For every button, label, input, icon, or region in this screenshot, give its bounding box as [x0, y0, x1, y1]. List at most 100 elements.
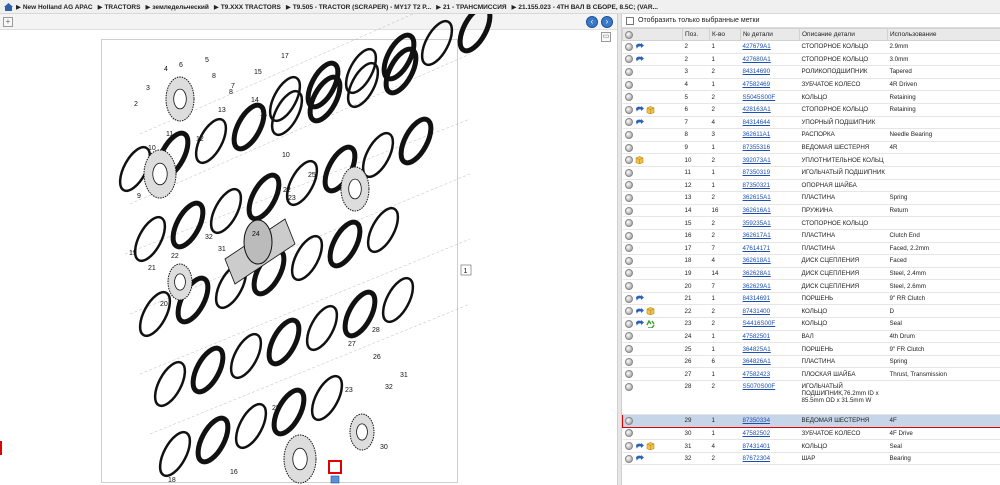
callout-label[interactable]: 13 — [218, 107, 226, 114]
row-part-number[interactable]: 362618A1 — [740, 254, 800, 268]
breadcrumb-item[interactable]: ▶ New Holland AG APAC — [16, 3, 93, 11]
callout-label[interactable]: 18 — [168, 477, 176, 484]
table-row[interactable]: 16 2 362617A1 ПЛАСТИНА Clutch End — [622, 229, 1000, 243]
callout-label[interactable]: 26 — [373, 354, 381, 361]
callout-label[interactable]: 19 — [129, 250, 137, 257]
info-icon[interactable] — [624, 168, 633, 177]
info-icon[interactable] — [624, 383, 633, 392]
callout-label[interactable]: 3 — [146, 85, 150, 92]
callout-label[interactable]: 32 — [385, 384, 393, 391]
row-part-number[interactable]: 427679A1 — [740, 40, 800, 54]
clutch-disc[interactable] — [362, 204, 404, 257]
selected-callout-marker[interactable] — [328, 460, 342, 474]
callout-label[interactable]: 10 — [282, 152, 290, 159]
row-part-number[interactable]: 359235A1 — [740, 216, 800, 230]
table-row[interactable]: 31 4 87431401 КОЛЬЦО Seal — [622, 439, 1000, 453]
callout-label[interactable]: 22 — [283, 187, 291, 194]
clutch-disc[interactable] — [301, 302, 343, 355]
info-icon[interactable] — [624, 282, 633, 291]
breadcrumb-item[interactable]: ▶ T9.505 - TRACTOR (SCRAPER) - MY17 T2 P… — [286, 3, 431, 11]
replacement-arrow-icon[interactable] — [635, 442, 644, 450]
table-row[interactable]: 14 16 362616A1 ПРУЖИНА Return — [622, 204, 1000, 218]
clutch-disc[interactable] — [395, 115, 437, 168]
row-part-number[interactable]: 362628A1 — [740, 267, 800, 281]
callout-label[interactable]: 10 — [148, 145, 156, 152]
callout-label[interactable]: 8 — [212, 73, 216, 80]
breadcrumb-item[interactable]: ▶ земледельческий — [145, 3, 208, 11]
info-icon[interactable] — [624, 193, 633, 202]
replacement-arrow-icon[interactable] — [635, 295, 644, 302]
row-part-number[interactable]: 427680A1 — [740, 53, 800, 67]
info-icon[interactable] — [624, 105, 633, 114]
exploded-parts-diagram[interactable]: 2346578813141517111112109102322243231222… — [0, 14, 617, 485]
info-icon[interactable] — [624, 429, 633, 438]
replacement-arrow-icon[interactable] — [635, 106, 644, 113]
table-row[interactable]: 9 1 87355316 ВЕДОМАЯ ШЕСТЕРНЯ 4R — [622, 141, 1000, 155]
row-part-number[interactable]: 428163A1 — [740, 103, 800, 117]
clutch-disc[interactable] — [324, 218, 366, 271]
callout-label[interactable]: 12 — [196, 136, 204, 143]
callout-label[interactable]: 31 — [400, 372, 408, 379]
filter-row[interactable]: Отобразить только выбранные метки — [622, 14, 1000, 28]
row-part-number[interactable]: 362611A1 — [740, 128, 800, 142]
callout-label[interactable]: 20 — [160, 301, 168, 308]
col-pos[interactable]: Поз. — [682, 28, 710, 41]
breadcrumb-item[interactable]: ▶ 21.155.023 - 4TH ВАЛ В СБОРЕ, 8.5C; (V… — [512, 3, 658, 11]
callout-label[interactable]: 28 — [272, 405, 280, 412]
row-part-number[interactable]: 47614171 — [740, 242, 800, 256]
info-icon[interactable] — [624, 319, 633, 328]
info-icon[interactable] — [625, 416, 633, 425]
table-row[interactable]: 12 1 87350321 ОПОРНАЯ ШАЙБА — [622, 179, 1000, 193]
table-row[interactable]: 4 1 47582469 ЗУБЧАТОЕ КОЛЕСО 4R Driven — [622, 78, 1000, 92]
info-icon[interactable] — [624, 156, 633, 165]
table-row[interactable]: 22 2 87431400 КОЛЬЦО D — [622, 304, 1000, 319]
row-part-number[interactable]: 362629A1 — [740, 279, 800, 293]
info-icon[interactable] — [624, 307, 633, 316]
row-part-number[interactable]: S4416S00F — [740, 317, 800, 331]
row-part-number[interactable]: 87672304 — [740, 452, 800, 466]
col-part[interactable]: № детали — [740, 28, 800, 41]
info-icon[interactable] — [624, 370, 633, 379]
table-row[interactable]: 21 1 84314691 ПОРШЕНЬ 9" RR Clutch — [622, 292, 1000, 306]
package-icon[interactable] — [646, 105, 655, 114]
table-row[interactable]: 27 1 47582423 ПЛОСКАЯ ШАЙБА Thrust, Transmis… — [622, 367, 1000, 382]
callout-label[interactable]: 27 — [348, 341, 356, 348]
breadcrumb-item[interactable]: ▶ TRACTORS — [98, 3, 141, 11]
package-icon[interactable] — [646, 307, 655, 316]
table-row[interactable]: 2 1 427680A1 СТОПОРНОЕ КОЛЬЦО 3.0mm — [622, 53, 1000, 67]
col-qty[interactable]: К-во — [709, 28, 741, 41]
replacement-arrow-icon[interactable] — [635, 307, 644, 315]
callout-label[interactable]: 23 — [288, 195, 296, 202]
table-row[interactable]: 18 4 362618A1 ДИСК СЦЕПЛЕНИЯ Faced — [622, 254, 1000, 268]
clutch-disc[interactable] — [225, 330, 267, 383]
row-part-number[interactable]: 87431400 — [740, 304, 800, 319]
info-icon[interactable] — [624, 93, 633, 102]
clutch-disc[interactable] — [340, 45, 382, 98]
clutch-disc[interactable] — [187, 344, 229, 397]
row-part-number[interactable]: 87355316 — [740, 141, 800, 155]
row-part-number[interactable]: 47582423 — [740, 367, 800, 382]
info-icon[interactable] — [624, 345, 633, 354]
callout-label[interactable]: 11 — [260, 111, 267, 118]
replacement-arrow-icon[interactable] — [635, 320, 644, 327]
callout-label[interactable]: 4 — [164, 66, 168, 73]
clutch-disc[interactable] — [154, 428, 196, 481]
table-row[interactable]: 7 4 84314644 УПОРНЫЙ ПОДШИПНИК — [622, 116, 1000, 130]
table-row[interactable]: 15 2 359235A1 СТОПОРНОЕ КОЛЬЦО — [622, 216, 1000, 230]
row-part-number[interactable]: 47582501 — [740, 330, 800, 344]
table-row[interactable]: 2 1 427679A1 СТОПОРНОЕ КОЛЬЦО 2.9mm — [622, 40, 1000, 54]
info-icon[interactable] — [624, 206, 633, 215]
replacement-arrow-icon[interactable] — [635, 118, 644, 126]
col-use[interactable]: Использование — [887, 28, 1000, 41]
replacement-arrow-icon[interactable] — [635, 43, 644, 50]
row-part-number[interactable]: 392073A1 — [740, 153, 800, 167]
callout-label[interactable]: 5 — [205, 57, 209, 64]
row-part-number[interactable]: 87350334 — [740, 414, 800, 428]
info-icon[interactable] — [624, 256, 633, 265]
table-row[interactable]: 24 1 47582501 ВАЛ 4th Drum — [622, 330, 1000, 344]
info-icon[interactable] — [624, 130, 633, 139]
clutch-disc[interactable] — [306, 372, 348, 425]
row-part-number[interactable]: 47582502 — [740, 427, 800, 441]
callout-label[interactable]: 15 — [254, 69, 262, 76]
row-part-number[interactable]: 87350319 — [740, 166, 800, 180]
